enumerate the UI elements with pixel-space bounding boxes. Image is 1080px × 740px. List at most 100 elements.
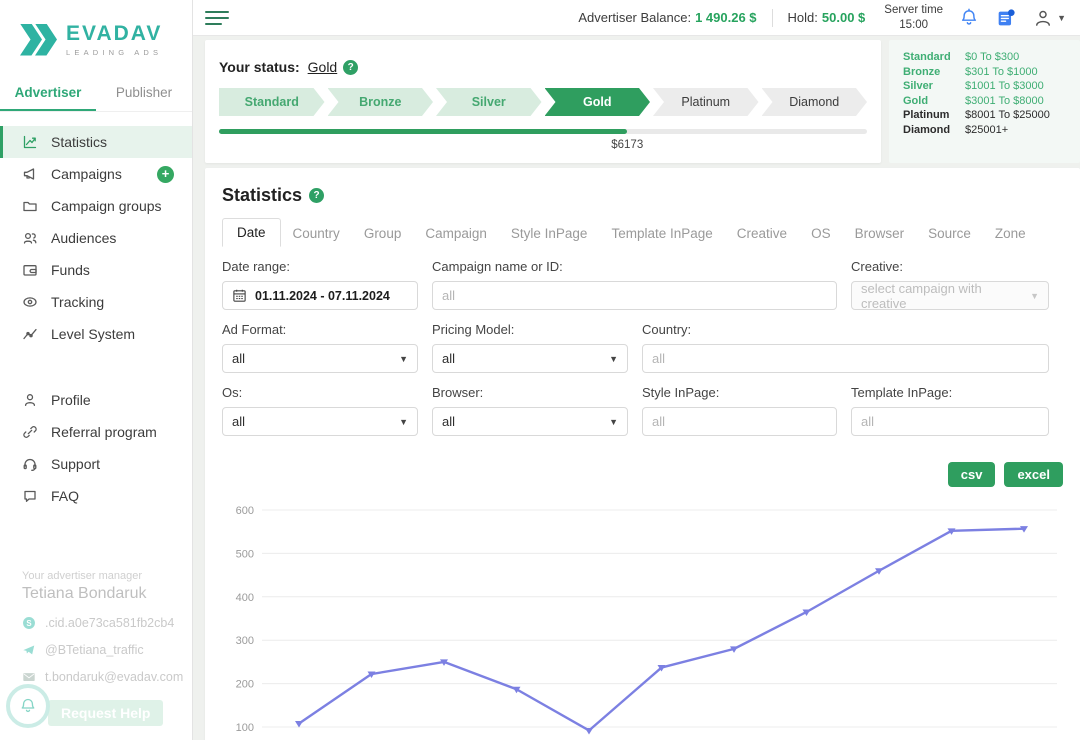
data-series-line [299,529,1024,731]
country-input[interactable] [642,344,1049,373]
sidebar-item-profile[interactable]: Profile [0,384,192,416]
add-campaign-button[interactable]: + [157,166,174,183]
statistics-chart: 600500400300200100 [222,495,1063,740]
question-icon[interactable]: ? [343,60,358,75]
tier-standard: Standard [219,88,325,116]
browser-select[interactable]: all▼ [432,407,628,436]
sidebar-item-referral-program[interactable]: Referral program [0,416,192,448]
sidebar-item-support[interactable]: Support [0,448,192,480]
tier-diamond: Diamond [762,88,868,116]
role-tab-advertiser[interactable]: Advertiser [0,77,96,111]
filter-style-inpage: Style InPage: [642,385,837,436]
export-excel-button[interactable]: excel [1004,462,1063,487]
tab-source[interactable]: Source [916,220,983,247]
headset-icon [22,456,38,472]
sidebar-item-funds[interactable]: Funds [0,254,192,286]
sidebar-item-label: Statistics [51,134,107,150]
filter-campaign-name: Campaign name or ID: [432,259,837,310]
user-icon [1032,7,1054,29]
bell-icon[interactable] [958,7,980,29]
users-icon [22,230,38,246]
question-icon[interactable]: ? [309,188,324,203]
telegram-icon [22,643,36,657]
filter-country: Country: [642,322,1049,373]
country-field[interactable] [652,351,1039,366]
tier-gold: Gold [545,88,651,116]
divider [772,9,773,27]
tab-browser[interactable]: Browser [843,220,917,247]
sidebar-item-audiences[interactable]: Audiences [0,222,192,254]
tab-group[interactable]: Group [352,220,414,247]
campaign-name-field[interactable] [442,288,827,303]
request-help-button[interactable]: Request Help [48,700,163,726]
tab-creative[interactable]: Creative [725,220,799,247]
tab-zone[interactable]: Zone [983,220,1038,247]
data-point-marker[interactable] [585,728,593,735]
sidebar-item-tracking[interactable]: Tracking [0,286,192,318]
os-select[interactable]: all▼ [222,407,418,436]
date-range-input[interactable]: 01.11.2024 - 07.11.2024 [222,281,418,310]
sidebar-item-statistics[interactable]: Statistics [0,126,192,158]
tab-campaign[interactable]: Campaign [413,220,499,247]
pricing-model-select[interactable]: all▼ [432,344,628,373]
style-inpage-field[interactable] [652,414,827,429]
sidebar-item-faq[interactable]: FAQ [0,480,192,512]
status-value-link[interactable]: Gold [308,59,338,75]
sidebar-item-level-system[interactable]: Level System [0,318,192,350]
role-tab-publisher[interactable]: Publisher [96,77,192,111]
status-label: Your status: [219,59,300,75]
stats-icon [22,134,38,150]
chevron-down-icon: ▼ [399,417,408,427]
export-csv-button[interactable]: csv [948,462,996,487]
levels-icon [22,326,38,342]
link-icon [22,424,38,440]
tab-style-inpage[interactable]: Style InPage [499,220,600,247]
legend-row-gold: Gold$3001 To $8000 [903,94,1066,109]
legend-row-diamond: Diamond$25001+ [903,123,1066,138]
sidebar-item-label: FAQ [51,488,79,504]
statistics-tabs: DateCountryGroupCampaignStyle InPageTemp… [222,218,1063,247]
legend-tier-range: $301 To $1000 [965,65,1038,80]
campaign-name-input[interactable] [432,281,837,310]
sidebar-item-campaigns[interactable]: Campaigns+ [0,158,192,190]
select-value: select campaign with creative [861,281,1030,311]
sidebar-item-campaign-groups[interactable]: Campaign groups [0,190,192,222]
chat-widget-button[interactable] [6,684,50,728]
filter-label: Template InPage: [851,385,1049,400]
balance-value: 1 490.26 $ [695,10,756,25]
sidebar-item-label: Tracking [51,294,104,310]
style-inpage-input[interactable] [642,407,837,436]
ad-format-select[interactable]: all▼ [222,344,418,373]
chevron-down-icon: ▼ [1030,291,1039,301]
tab-template-inpage[interactable]: Template InPage [599,220,724,247]
role-tabs: AdvertiserPublisher [0,77,192,112]
legend-tier-name: Standard [903,50,965,65]
sidebar-item-label: Audiences [51,230,116,246]
news-icon[interactable] [995,7,1017,29]
legend-tier-range: $1001 To $3000 [965,79,1044,94]
filter-label: Date range: [222,259,418,274]
legend-row-platinum: Platinum$8001 To $25000 [903,108,1066,123]
user-menu[interactable]: ▼ [1032,7,1066,29]
template-inpage-input[interactable] [851,407,1049,436]
select-value: all [232,351,245,366]
y-tick-label: 300 [236,635,254,647]
hamburger-icon[interactable] [205,7,229,29]
tab-os[interactable]: OS [799,220,843,247]
legend-tier-range: $25001+ [965,123,1008,138]
page-title: Statistics [222,185,302,206]
filter-label: Style InPage: [642,385,837,400]
tab-country[interactable]: Country [281,220,352,247]
person-icon [22,392,38,408]
faq-icon [22,488,38,504]
legend-row-bronze: Bronze$301 To $1000 [903,65,1066,80]
filter-pricing-model: Pricing Model:all▼ [432,322,628,373]
sidebar-item-label: Campaign groups [51,198,162,214]
template-inpage-field[interactable] [861,414,1039,429]
tab-date[interactable]: Date [222,218,281,247]
y-tick-label: 100 [236,722,254,734]
chevron-down-icon: ▼ [609,417,618,427]
evadav-logo[interactable]: EVADAV LEADING ADS [0,0,192,67]
logo-chevrons-icon [20,24,57,56]
filter-label: Ad Format: [222,322,418,337]
